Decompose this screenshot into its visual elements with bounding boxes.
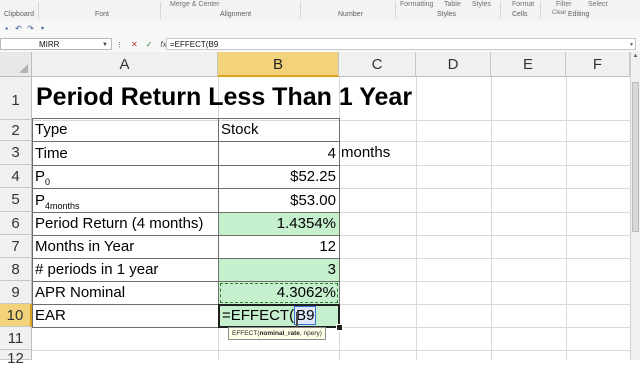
group-alignment: Alignment xyxy=(220,11,252,18)
ribbon-table[interactable]: Table xyxy=(444,1,461,8)
more-icon: ⋮ xyxy=(116,41,123,49)
row-header-9[interactable]: 9 xyxy=(0,281,32,304)
sheet-title[interactable]: Period Return Less Than 1 Year xyxy=(32,77,532,120)
ribbon-format[interactable]: Format xyxy=(512,1,534,8)
ribbon-separator xyxy=(540,2,541,19)
ribbon-clear[interactable]: Clear xyxy=(552,10,566,16)
tooltip-fn: EFFECT( xyxy=(232,330,260,337)
cell-a5[interactable]: P4months xyxy=(32,188,219,213)
row-header-5[interactable]: 5 xyxy=(0,188,32,212)
ribbon-separator xyxy=(160,2,161,19)
formula-input[interactable]: =EFFECT(B9 ▾ xyxy=(166,38,636,50)
ribbon: Merge & Center Formatting Table Styles F… xyxy=(0,0,640,22)
column-header-e[interactable]: E xyxy=(491,52,566,77)
select-all-icon xyxy=(19,64,28,73)
row-header-10[interactable]: 10 xyxy=(0,304,32,327)
redo-icon[interactable]: ↷ xyxy=(26,25,35,33)
cell-a5-text: P xyxy=(35,192,46,209)
cell-b3[interactable]: 4 xyxy=(218,141,340,166)
cell-a4-text: P xyxy=(35,168,46,185)
enter-icon[interactable]: ✓ xyxy=(146,40,153,49)
ribbon-formatting[interactable]: Formatting xyxy=(400,1,433,8)
column-header-f[interactable]: F xyxy=(566,52,630,77)
row-header-11[interactable]: 11 xyxy=(0,327,32,350)
expand-formula-bar-icon[interactable]: ▾ xyxy=(630,39,633,51)
tooltip-rest: , npery) xyxy=(299,330,322,337)
row-header-3[interactable]: 3 xyxy=(0,141,32,165)
ribbon-separator xyxy=(38,2,39,19)
quick-access-toolbar: ▪ ↶ ↷ ▾ xyxy=(2,24,47,34)
cell-b4[interactable]: $52.25 xyxy=(218,165,340,189)
name-box-dropdown-icon[interactable]: ▼ xyxy=(102,39,108,51)
group-cells: Cells xyxy=(512,11,528,18)
name-box[interactable]: MIRR ▼ xyxy=(0,38,112,50)
column-header-a[interactable]: A xyxy=(32,52,218,77)
vertical-scrollbar[interactable]: ▲ xyxy=(630,52,640,360)
row-header-12[interactable]: 12 xyxy=(0,350,32,367)
row-header-4[interactable]: 4 xyxy=(0,165,32,188)
cell-b5[interactable]: $53.00 xyxy=(218,188,340,213)
formula-text: =EFFECT(B9 xyxy=(170,40,219,49)
cell-a7[interactable]: Months in Year xyxy=(32,235,219,259)
group-editing: Editing xyxy=(568,11,590,18)
fill-handle[interactable] xyxy=(336,324,343,331)
cell-b7[interactable]: 12 xyxy=(218,235,340,259)
ribbon-select[interactable]: Select xyxy=(588,1,607,8)
cell-b10-function: =EFFECT( xyxy=(222,307,295,324)
ribbon-separator xyxy=(395,2,396,19)
ribbon-separator xyxy=(500,2,501,19)
row-header-7[interactable]: 7 xyxy=(0,235,32,258)
row-header-2[interactable]: 2 xyxy=(0,120,32,141)
cancel-icon[interactable]: ✕ xyxy=(131,40,138,49)
cell-a8[interactable]: # periods in 1 year xyxy=(32,258,219,282)
cell-b8[interactable]: 3 xyxy=(218,258,340,282)
function-tooltip[interactable]: EFFECT(nominal_rate, npery) xyxy=(228,327,326,340)
formula-bar-area: ▪ ↶ ↷ ▾ MIRR ▼ ⋮ ✕ ✓ fx =EFFECT(B9 ▾ xyxy=(0,21,640,52)
formula-icons: ⋮ ✕ ✓ fx xyxy=(116,38,167,51)
undo-icon[interactable]: ↶ xyxy=(14,25,23,33)
cell-a5-subscript: 4months xyxy=(45,201,80,211)
ribbon-filter[interactable]: Filter xyxy=(556,1,572,8)
group-styles: Styles xyxy=(437,11,457,18)
cell-a4[interactable]: P0 xyxy=(32,165,219,189)
cell-a2[interactable]: Type xyxy=(32,118,219,142)
cell-b6[interactable]: 1.4354% xyxy=(218,212,340,236)
column-header-d[interactable]: D xyxy=(416,52,491,77)
column-header-b[interactable]: B xyxy=(218,52,339,77)
ribbon-separator xyxy=(300,2,301,19)
cell-b10-editing[interactable]: =EFFECT(B9 xyxy=(218,304,340,328)
name-box-value: MIRR xyxy=(39,40,60,49)
customize-qat-icon[interactable]: ▾ xyxy=(38,25,47,33)
column-header-c[interactable]: C xyxy=(339,52,416,77)
cell-b9[interactable]: 4.3062% xyxy=(218,281,340,305)
text-cursor-icon xyxy=(296,312,298,328)
select-all-corner[interactable] xyxy=(0,52,32,77)
group-clipboard: Clipboard xyxy=(4,11,34,18)
ribbon-styles[interactable]: Styles xyxy=(472,1,491,8)
cell-a4-subscript: 0 xyxy=(45,177,51,187)
row-header-8[interactable]: 8 xyxy=(0,258,32,281)
row-header-1[interactable]: 1 xyxy=(0,77,32,120)
save-icon[interactable]: ▪ xyxy=(2,25,11,33)
group-number: Number xyxy=(338,11,363,18)
cell-b2[interactable]: Stock xyxy=(218,118,340,142)
ribbon-merge-center[interactable]: Merge & Center xyxy=(170,1,219,8)
cell-a3[interactable]: Time xyxy=(32,141,219,166)
cell-a6[interactable]: Period Return (4 months) xyxy=(32,212,219,236)
scroll-up-icon[interactable]: ▲ xyxy=(631,53,640,59)
cell-c3[interactable]: months xyxy=(339,141,416,165)
row-header-6[interactable]: 6 xyxy=(0,212,32,235)
tooltip-arg-nominal-rate[interactable]: nominal_rate xyxy=(259,330,299,337)
group-font: Font xyxy=(95,11,110,18)
scrollbar-thumb[interactable] xyxy=(632,82,639,232)
cell-a10[interactable]: EAR xyxy=(32,304,219,328)
cell-a9[interactable]: APR Nominal xyxy=(32,281,219,305)
